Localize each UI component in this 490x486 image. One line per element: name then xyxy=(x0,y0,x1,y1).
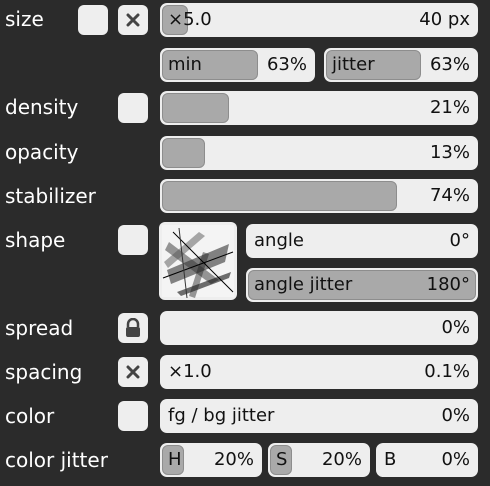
spacing-close-button[interactable] xyxy=(118,357,148,387)
brush-texture-image xyxy=(162,225,234,299)
saturation-jitter-label: S xyxy=(276,449,288,470)
opacity-label: opacity xyxy=(5,140,79,164)
spacing-multiplier: ×1.0 xyxy=(168,361,212,382)
opacity-value: 13% xyxy=(429,142,470,163)
spread-slider[interactable]: 0% xyxy=(160,311,478,345)
angle-slider[interactable]: angle 0° xyxy=(246,224,478,258)
size-min-value: 63% xyxy=(266,54,307,75)
brightness-jitter-label: B xyxy=(384,449,397,470)
size-jitter-value: 63% xyxy=(429,54,470,75)
close-icon xyxy=(126,13,140,27)
size-slider[interactable]: ×5.0 40 px xyxy=(160,3,478,37)
density-value: 21% xyxy=(429,97,470,118)
stabilizer-label: stabilizer xyxy=(5,184,96,208)
fg-bg-jitter-value: 0% xyxy=(441,405,470,426)
shape-label: shape xyxy=(5,228,66,252)
spread-lock-button[interactable] xyxy=(118,313,148,343)
angle-jitter-value: 180° xyxy=(426,274,470,295)
spacing-slider[interactable]: ×1.0 0.1% xyxy=(160,355,478,389)
close-icon xyxy=(126,365,140,379)
hue-jitter-value: 20% xyxy=(213,449,254,470)
hue-jitter-slider[interactable]: H 20% xyxy=(160,443,262,477)
color-jitter-label: color jitter xyxy=(5,448,108,472)
stabilizer-value: 74% xyxy=(429,185,470,206)
hue-jitter-label: H xyxy=(168,449,182,470)
size-min-label: min xyxy=(168,54,202,75)
density-label: density xyxy=(5,95,79,119)
angle-label: angle xyxy=(254,230,304,251)
lock-icon xyxy=(126,318,140,337)
density-slider[interactable]: 21% xyxy=(160,91,478,125)
size-value: 40 px xyxy=(419,9,470,30)
spread-value: 0% xyxy=(441,317,470,338)
opacity-fill xyxy=(162,138,205,168)
stabilizer-fill xyxy=(162,181,397,211)
spacing-label: spacing xyxy=(5,360,83,384)
color-label: color xyxy=(5,404,55,428)
shape-texture-thumbnail[interactable] xyxy=(159,222,237,300)
color-toggle[interactable] xyxy=(118,401,148,431)
size-close-button[interactable] xyxy=(118,5,148,35)
stabilizer-slider[interactable]: 74% xyxy=(160,179,478,213)
saturation-jitter-value: 20% xyxy=(321,449,362,470)
density-fill xyxy=(162,93,229,123)
density-pressure-toggle[interactable] xyxy=(118,93,148,123)
fg-bg-jitter-slider[interactable]: fg / bg jitter 0% xyxy=(160,399,478,433)
angle-jitter-label: angle jitter xyxy=(254,274,353,295)
size-min-slider[interactable]: min 63% xyxy=(160,48,315,82)
fg-bg-jitter-label: fg / bg jitter xyxy=(168,405,275,426)
shape-toggle[interactable] xyxy=(118,225,148,255)
angle-jitter-slider[interactable]: angle jitter 180° xyxy=(246,268,478,302)
size-jitter-slider[interactable]: jitter 63% xyxy=(324,48,478,82)
opacity-slider[interactable]: 13% xyxy=(160,136,478,170)
brightness-jitter-slider[interactable]: B 0% xyxy=(376,443,478,477)
brightness-jitter-value: 0% xyxy=(441,449,470,470)
spacing-value: 0.1% xyxy=(424,361,470,382)
size-multiplier: ×5.0 xyxy=(168,9,212,30)
size-label: size xyxy=(5,7,44,31)
angle-value: 0° xyxy=(449,230,470,251)
size-jitter-label: jitter xyxy=(332,54,375,75)
spread-label: spread xyxy=(5,316,74,340)
saturation-jitter-slider[interactable]: S 20% xyxy=(268,443,370,477)
size-pressure-toggle[interactable] xyxy=(78,5,108,35)
